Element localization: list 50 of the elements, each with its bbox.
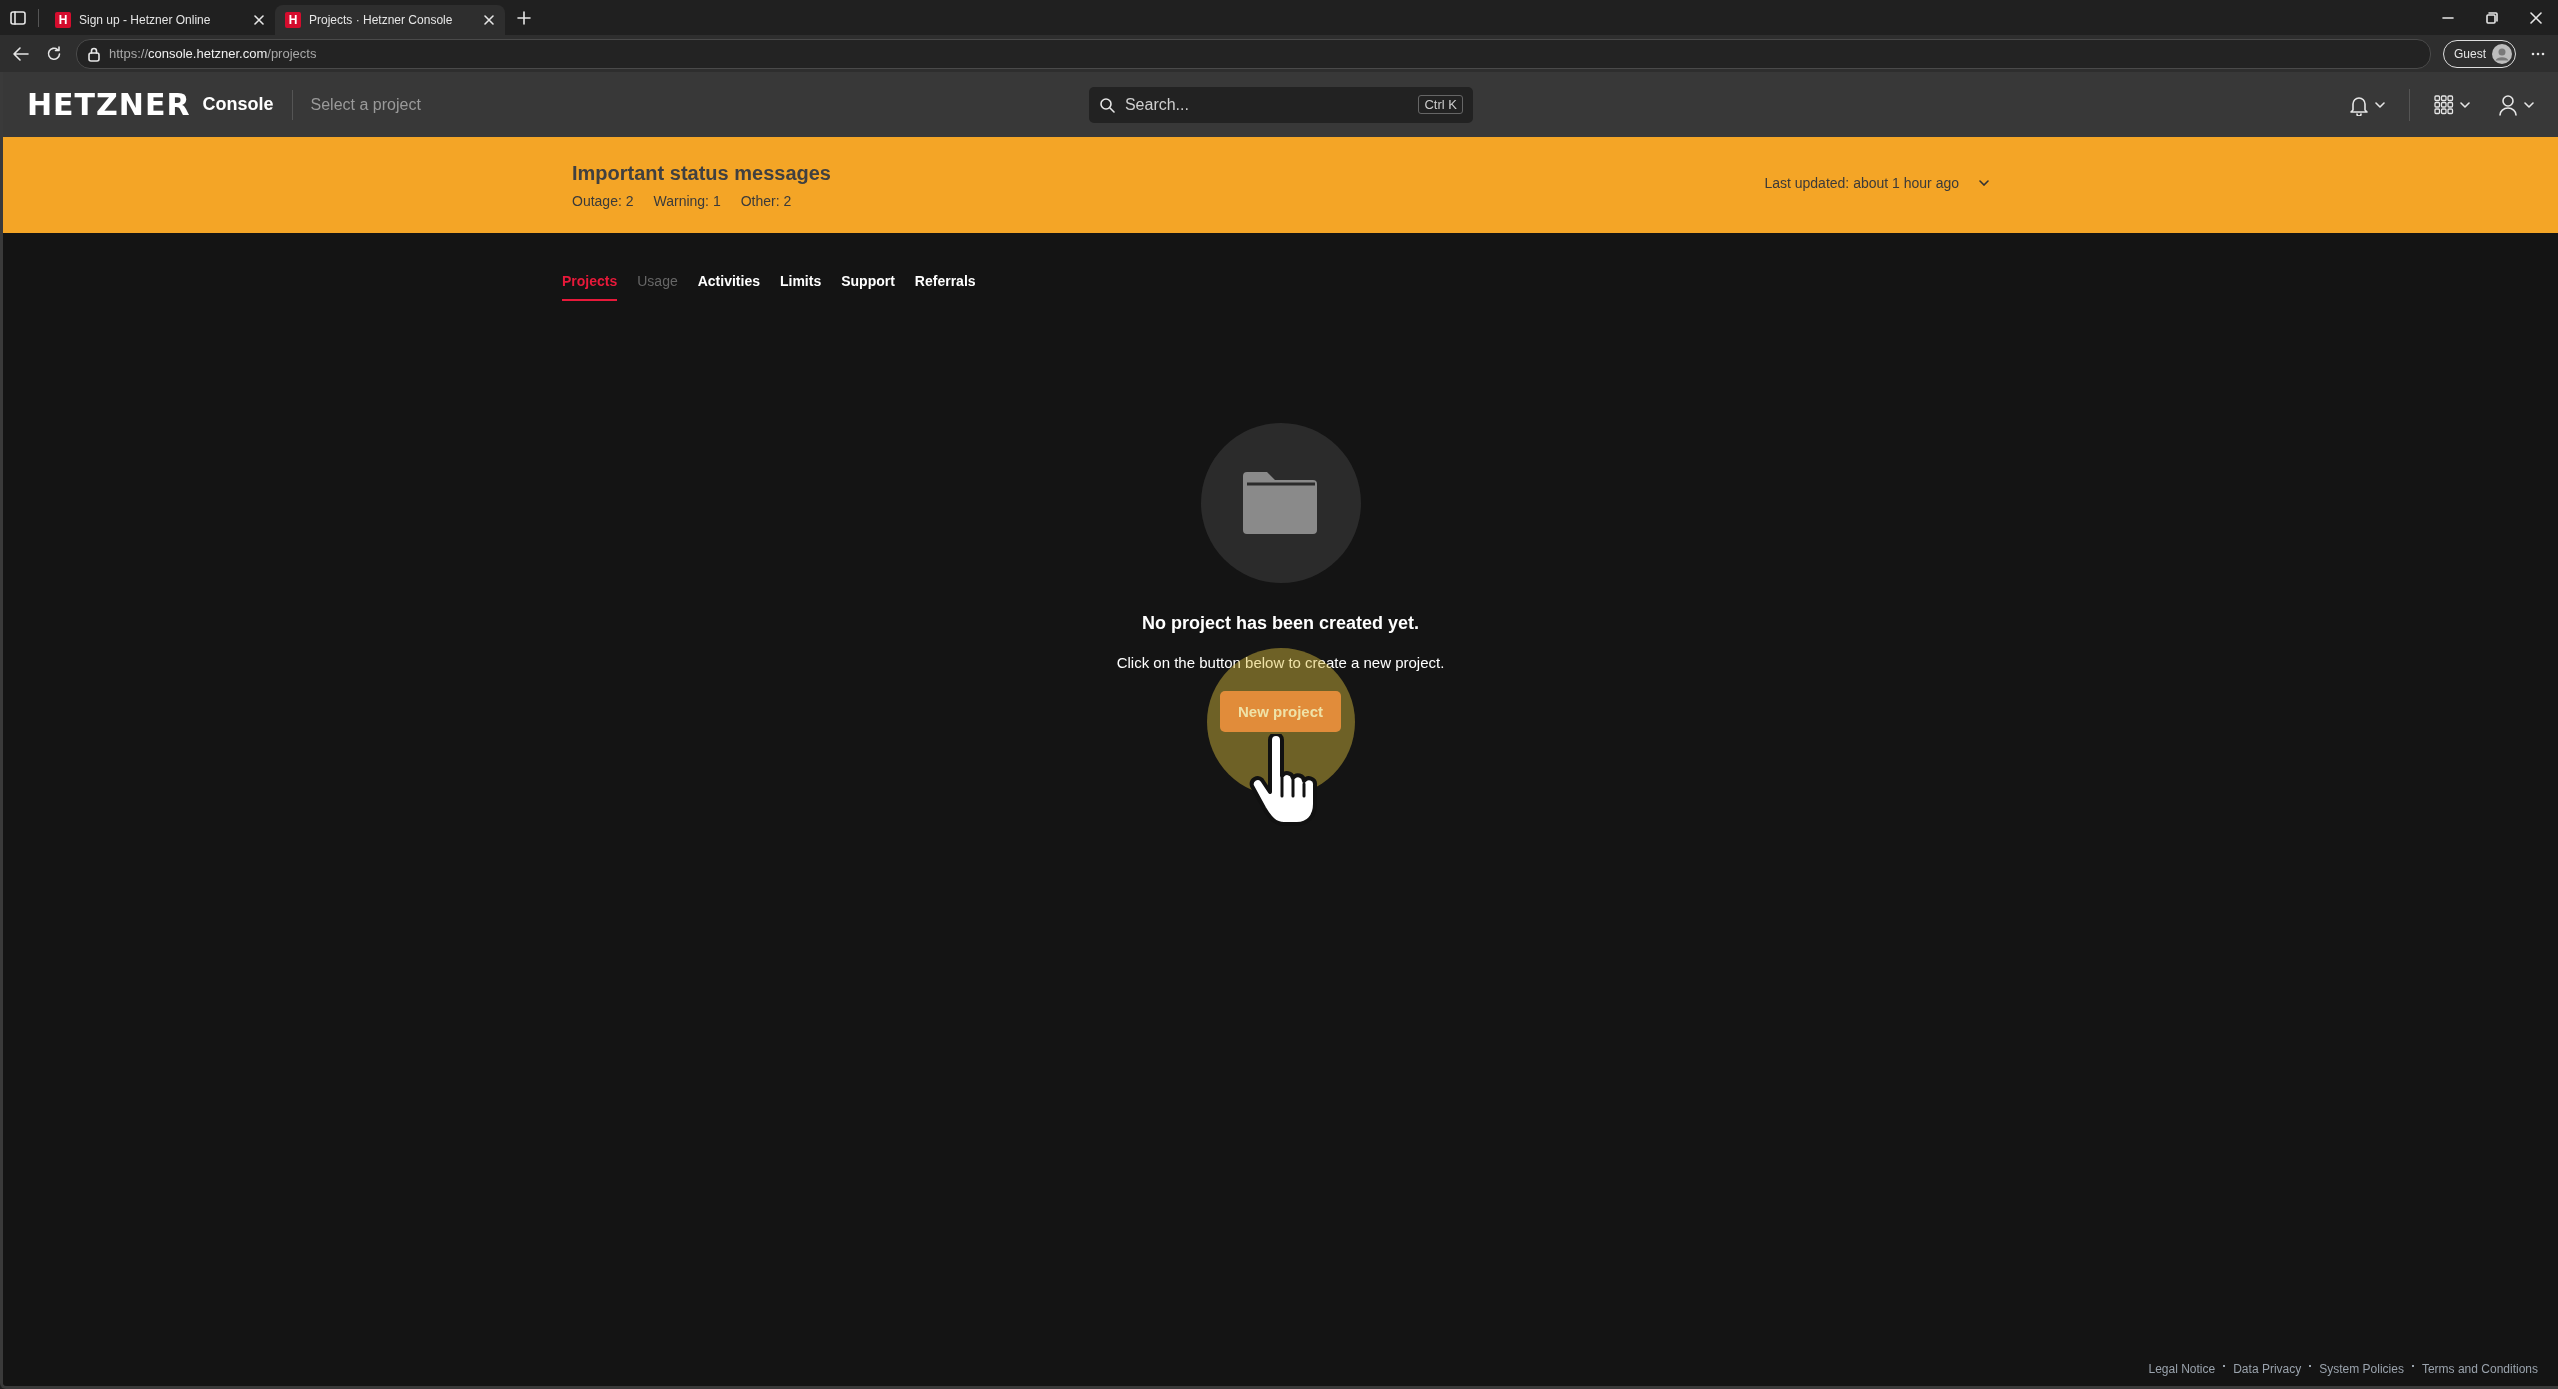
footer-link[interactable]: Legal Notice	[2148, 1362, 2216, 1376]
favicon: H	[55, 12, 71, 28]
tab-title: Sign up - Hetzner Online	[79, 13, 212, 27]
search-field[interactable]: Search... Ctrl K	[1088, 86, 1473, 123]
tab-title: Projects · Hetzner Console	[309, 13, 454, 27]
product-name: Console	[202, 94, 274, 115]
account-button[interactable]	[2498, 93, 2534, 116]
browser-tab[interactable]: H Sign up - Hetzner Online	[45, 5, 275, 35]
banner-title: Important status messages	[572, 161, 831, 185]
close-icon[interactable]	[253, 14, 265, 26]
url-text: https://console.hetzner.com/projects	[109, 46, 317, 61]
browser-tab[interactable]: H Projects · Hetzner Console	[275, 5, 505, 35]
last-updated: Last updated: about 1 hour ago	[1764, 175, 1959, 191]
chevron-down-icon	[2375, 101, 2385, 108]
logo[interactable]: HETZNER	[27, 87, 191, 122]
status-count: Outage: 2	[572, 192, 634, 209]
status-count: Warning: 1	[653, 192, 721, 209]
shortcut-hint: Ctrl K	[1418, 95, 1463, 114]
grid-icon	[2434, 94, 2454, 115]
favicon: H	[285, 12, 301, 28]
chevron-down-icon	[2524, 101, 2534, 108]
avatar-icon	[2492, 43, 2512, 64]
close-icon[interactable]	[2529, 10, 2543, 25]
new-tab-icon[interactable]	[517, 10, 531, 25]
nav-tab[interactable]: Limits	[779, 273, 822, 301]
footer-link[interactable]: Data Privacy	[2233, 1362, 2302, 1376]
project-selector[interactable]: Select a project	[310, 95, 421, 114]
empty-heading: No project has been created yet.	[1141, 613, 1420, 634]
footer-link[interactable]: Terms and Conditions	[2421, 1362, 2538, 1376]
apps-button[interactable]	[2434, 94, 2470, 115]
chevron-down-icon	[2460, 101, 2470, 108]
reload-icon[interactable]	[46, 45, 62, 62]
restore-icon[interactable]	[2485, 10, 2499, 25]
chevron-down-icon[interactable]	[1979, 180, 1989, 186]
nav-tab[interactable]: Projects	[562, 273, 618, 301]
back-icon[interactable]	[12, 45, 30, 62]
user-icon	[2498, 93, 2518, 116]
lock-icon	[87, 45, 101, 62]
search-icon	[1098, 96, 1115, 113]
sidebar-toggle-icon[interactable]	[10, 9, 26, 26]
search-input[interactable]: Search...	[1122, 94, 1411, 115]
address-field[interactable]: https://console.hetzner.com/projects	[76, 38, 2431, 69]
nav-tab[interactable]: Support	[841, 273, 895, 301]
nav-tab[interactable]: Referrals	[914, 273, 976, 301]
status-count: Other: 2	[740, 192, 792, 209]
profile-label: Guest	[2454, 46, 2486, 61]
close-icon[interactable]	[483, 14, 495, 26]
nav-tab[interactable]: Activities	[697, 273, 760, 301]
empty-text: Click on the button below to create a new project.	[1116, 654, 1445, 671]
footer-link[interactable]: System Policies	[2319, 1362, 2404, 1376]
